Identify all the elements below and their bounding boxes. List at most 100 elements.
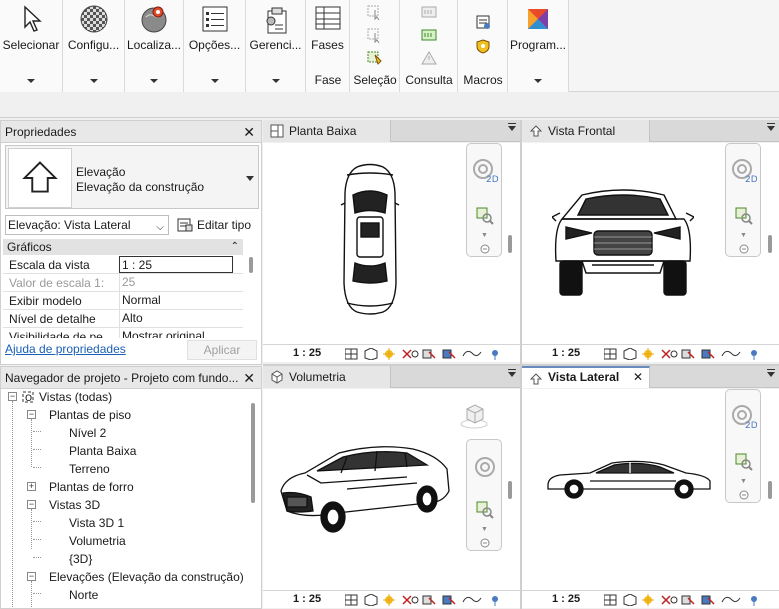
- close-icon[interactable]: ✕: [243, 121, 255, 143]
- tree-node-elevations[interactable]: Elevações (Elevação da construção): [49, 569, 244, 585]
- select-underlay-icon[interactable]: [366, 27, 384, 43]
- zoom-dropdown-icon[interactable]: ▼: [740, 478, 747, 485]
- chevron-down-icon[interactable]: [246, 176, 254, 181]
- navbar-options-icon[interactable]: [739, 244, 749, 254]
- view-canvas-planta-baixa[interactable]: 2D ▼: [263, 143, 520, 344]
- zoom-icon[interactable]: [475, 206, 495, 226]
- navbar-options-icon[interactable]: [739, 490, 749, 500]
- property-row[interactable]: Nível de detalhe Alto: [3, 310, 243, 328]
- property-value[interactable]: Normal: [119, 292, 233, 309]
- viewcube-icon[interactable]: [459, 403, 489, 429]
- tree-node-ceiling-plans[interactable]: Plantas de forro: [49, 479, 134, 495]
- macro-security-icon[interactable]: [474, 38, 492, 54]
- properties-help-link[interactable]: Ajuda de propriedades: [5, 342, 126, 356]
- phases-button[interactable]: Fases Fase: [306, 0, 350, 92]
- steering-wheel-2d-icon[interactable]: 2D: [731, 404, 757, 430]
- steering-wheel-2d-icon[interactable]: 2D: [472, 158, 498, 184]
- view-scrollbar[interactable]: [768, 235, 772, 253]
- select-dropdown-arrow[interactable]: [27, 79, 35, 83]
- expand-toggle[interactable]: +: [27, 482, 36, 491]
- view-scrollbar[interactable]: [508, 481, 512, 499]
- property-row[interactable]: Visibilidade de pe... Mostrar original: [3, 328, 243, 338]
- zoom-dropdown-icon[interactable]: ▼: [740, 232, 747, 239]
- view-menu-icon[interactable]: [508, 123, 516, 131]
- steering-wheel-2d-icon[interactable]: 2D: [731, 158, 757, 184]
- tree-node-3d-views[interactable]: Vistas 3D: [49, 497, 100, 513]
- property-value[interactable]: Mostrar original: [119, 328, 233, 338]
- zoom-dropdown-icon[interactable]: ▼: [481, 232, 488, 239]
- steering-wheel-icon[interactable]: [472, 454, 498, 480]
- view-canvas-vista-frontal[interactable]: 2D ▼: [522, 143, 779, 344]
- tree-node-nivel-2[interactable]: Nível 2: [69, 425, 106, 441]
- tree-node-vista-3d-1[interactable]: Vista 3D 1: [69, 515, 124, 531]
- view-canvas-vista-lateral[interactable]: 2D ▼: [522, 389, 779, 590]
- ids-icon[interactable]: [420, 4, 438, 20]
- tab-vista-frontal[interactable]: Vista Frontal: [522, 120, 650, 142]
- edit-type-button[interactable]: Editar tipo: [175, 215, 251, 235]
- options-dropdown-arrow[interactable]: [210, 79, 219, 83]
- view-control-tools-icon[interactable]: [345, 594, 515, 606]
- tab-planta-baixa[interactable]: Planta Baixa: [263, 120, 391, 142]
- tree-node-default-3d[interactable]: {3D}: [69, 551, 92, 567]
- configure-dropdown-arrow[interactable]: [89, 79, 98, 83]
- view-scale[interactable]: 1 : 25: [552, 347, 580, 359]
- collapse-toggle[interactable]: −: [27, 410, 36, 419]
- view-menu-icon[interactable]: [508, 369, 516, 377]
- instance-filter-select[interactable]: Elevação: Vista Lateral ⌵: [5, 215, 169, 235]
- manage-button[interactable]: Gerenci...: [246, 0, 306, 92]
- zoom-icon[interactable]: [734, 452, 754, 472]
- view-control-tools-icon[interactable]: [345, 348, 515, 360]
- view-menu-icon[interactable]: [767, 123, 775, 131]
- view-divider[interactable]: [263, 364, 779, 366]
- close-icon[interactable]: ✕: [633, 368, 643, 387]
- select-button[interactable]: Selecionar: [0, 0, 63, 92]
- zoom-icon[interactable]: [475, 500, 495, 520]
- browser-scrollbar[interactable]: [251, 403, 255, 503]
- zoom-icon[interactable]: [734, 206, 754, 226]
- close-icon[interactable]: ✕: [243, 367, 255, 389]
- select-by-id-icon[interactable]: [420, 27, 438, 43]
- view-scale[interactable]: 1 : 25: [552, 593, 580, 605]
- select-links-icon[interactable]: [366, 4, 384, 20]
- warnings-icon[interactable]: [420, 50, 438, 66]
- programming-button[interactable]: Program...: [508, 0, 569, 92]
- view-control-tools-icon[interactable]: [604, 594, 774, 606]
- tree-node-norte[interactable]: Norte: [69, 587, 98, 603]
- tree-node-planta-baixa[interactable]: Planta Baixa: [69, 443, 136, 459]
- view-scrollbar[interactable]: [508, 235, 512, 253]
- options-button[interactable]: Opções...: [184, 0, 246, 92]
- manage-dropdown-arrow[interactable]: [271, 79, 280, 83]
- macro-manager-icon[interactable]: [474, 14, 492, 30]
- collapse-toggle[interactable]: −: [27, 572, 36, 581]
- tree-node-terreno[interactable]: Terreno: [69, 461, 110, 477]
- tree-node-views[interactable]: Vistas (todas): [39, 389, 112, 405]
- navbar-options-icon[interactable]: [480, 244, 490, 254]
- navbar-options-icon[interactable]: [480, 538, 490, 548]
- property-row[interactable]: Escala da vista 1 : 25: [3, 256, 243, 274]
- view-control-tools-icon[interactable]: [604, 348, 774, 360]
- tree-node-floor-plans[interactable]: Plantas de piso: [49, 407, 131, 423]
- tab-vista-lateral[interactable]: Vista Lateral ✕: [522, 366, 650, 388]
- apply-button[interactable]: Aplicar: [187, 340, 257, 360]
- tab-volumetria[interactable]: Volumetria: [263, 366, 391, 388]
- type-selector[interactable]: Elevação Elevação da construção: [5, 145, 259, 209]
- configure-button[interactable]: Configu...: [63, 0, 125, 92]
- property-group-graphics[interactable]: Gráficos ⌃: [3, 239, 243, 255]
- collapse-toggle[interactable]: −: [8, 392, 17, 401]
- view-scale[interactable]: 1 : 25: [293, 593, 321, 605]
- view-scale[interactable]: 1 : 25: [293, 347, 321, 359]
- location-dropdown-arrow[interactable]: [150, 79, 158, 83]
- zoom-dropdown-icon[interactable]: ▼: [481, 526, 488, 533]
- select-pinned-icon[interactable]: [366, 50, 384, 66]
- programming-dropdown-arrow[interactable]: [534, 79, 542, 83]
- collapse-toggle[interactable]: −: [27, 500, 36, 509]
- property-value[interactable]: Alto: [119, 310, 233, 327]
- view-menu-icon[interactable]: [767, 369, 775, 377]
- view-scrollbar[interactable]: [768, 481, 772, 499]
- properties-scrollbar[interactable]: [249, 257, 253, 273]
- location-button[interactable]: Localiza...: [125, 0, 184, 92]
- view-canvas-volumetria[interactable]: ▼: [263, 389, 520, 590]
- collapse-icon[interactable]: ⌃: [231, 239, 239, 255]
- property-row[interactable]: Exibir modelo Normal: [3, 292, 243, 310]
- tree-node-volumetria[interactable]: Volumetria: [69, 533, 126, 549]
